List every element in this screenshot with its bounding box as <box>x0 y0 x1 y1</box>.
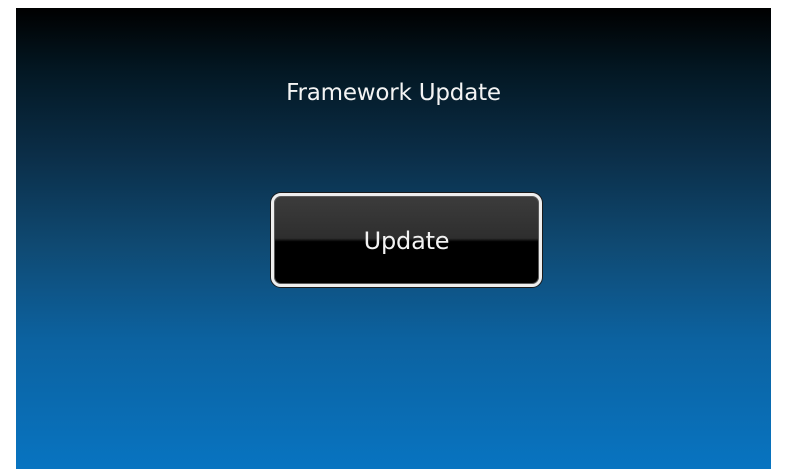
app-screen: Framework Update Update <box>16 8 771 469</box>
page-title: Framework Update <box>286 80 501 106</box>
page-frame: Framework Update Update <box>0 0 787 469</box>
update-button-label: Update <box>363 227 450 255</box>
update-button[interactable]: Update <box>271 193 542 287</box>
